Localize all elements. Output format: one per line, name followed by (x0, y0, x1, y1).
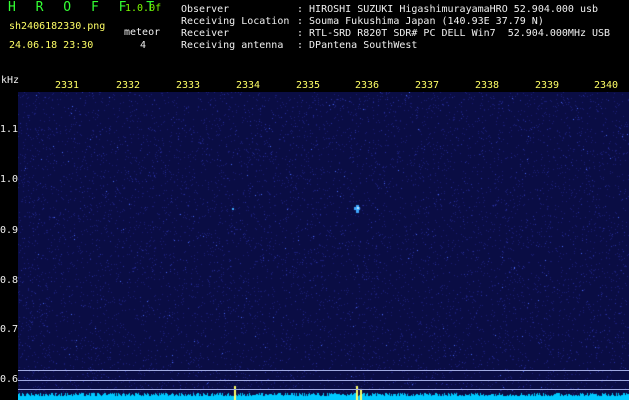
observer-key: Observer (181, 4, 230, 15)
spectrogram-waterfall[interactable] (18, 92, 629, 400)
grid-line (18, 380, 629, 381)
observer-value: : HIROSHI SUZUKI HigashimurayamaHRO 52.9… (297, 4, 599, 15)
x-tick-label: 2335 (296, 80, 321, 91)
hro-fft-screen: H R O F F T 1.0.0f sh2406182330.png mete… (0, 0, 629, 400)
antenna-key: Receiving antenna (181, 40, 284, 51)
x-tick-label: 2331 (55, 80, 80, 91)
y-tick-label: 1.1 (0, 124, 19, 135)
antenna-value: : DPantena SouthWest (297, 40, 418, 51)
location-value: : Souma Fukushima Japan (140.93E 37.79 N… (297, 16, 544, 27)
x-tick-label: 2340 (594, 80, 619, 91)
grid-line (18, 370, 629, 371)
spectrogram-canvas (18, 92, 629, 400)
mode-label: meteor (124, 27, 161, 38)
mode-value: 4 (140, 40, 147, 51)
y-tick-label: 0.7 (0, 324, 19, 335)
x-tick-label: 2339 (535, 80, 560, 91)
x-tick-label: 2338 (475, 80, 500, 91)
grid-line (18, 389, 629, 390)
y-axis-unit: kHz (1, 75, 20, 86)
receiver-key: Receiver (181, 28, 230, 39)
x-tick-label: 2333 (176, 80, 201, 91)
y-tick-label: 0.9 (0, 225, 19, 236)
y-tick-label: 1.0 (0, 174, 19, 185)
y-tick-label: 0.8 (0, 275, 19, 286)
receiver-value: : RTL-SRD R820T SDR# PC DELL Win7 52.904… (297, 28, 611, 39)
location-key: Receiving Location (181, 16, 290, 27)
x-tick-label: 2336 (355, 80, 380, 91)
capture-datetime: 24.06.18 23:30 (9, 40, 94, 51)
file-name: sh2406182330.png (9, 21, 106, 32)
y-tick-label: 0.6 (0, 374, 19, 385)
app-version: 1.0.0f (125, 3, 162, 14)
x-tick-label: 2334 (236, 80, 261, 91)
x-tick-label: 2332 (116, 80, 141, 91)
x-tick-label: 2337 (415, 80, 440, 91)
